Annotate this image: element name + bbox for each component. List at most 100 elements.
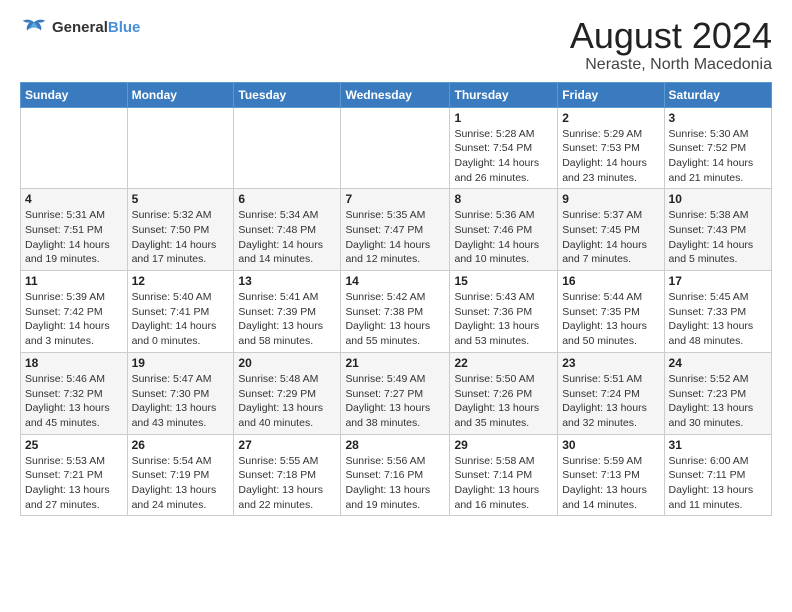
- day-number: 10: [669, 192, 767, 206]
- col-header-sunday: Sunday: [21, 82, 128, 107]
- calendar-cell: 26Sunrise: 5:54 AMSunset: 7:19 PMDayligh…: [127, 434, 234, 516]
- day-info: Sunrise: 5:59 AMSunset: 7:13 PMDaylight:…: [562, 454, 659, 513]
- calendar-cell: 24 Sunrise: 5:52 AMSunset: 7:23 PMDayligh…: [664, 352, 771, 434]
- day-number: 25: [25, 438, 123, 452]
- day-number: 6: [238, 192, 336, 206]
- col-header-thursday: Thursday: [450, 82, 558, 107]
- day-info: Sunrise: 5:35 AMSunset: 7:47 PMDaylight:…: [345, 208, 445, 267]
- day-info: Sunrise: 5:36 AMSunset: 7:46 PMDaylight:…: [454, 208, 553, 267]
- day-number: 23: [562, 356, 659, 370]
- day-info: Sunrise: 5:41 AMSunset: 7:39 PMDaylight:…: [238, 290, 336, 349]
- calendar-cell: 11Sunrise: 5:39 AMSunset: 7:42 PMDayligh…: [21, 271, 128, 353]
- day-info: Sunrise: 5:29 AMSunset: 7:53 PMDaylight:…: [562, 127, 659, 186]
- day-number: 20: [238, 356, 336, 370]
- calendar-cell: 10Sunrise: 5:38 AMSunset: 7:43 PMDayligh…: [664, 189, 771, 271]
- calendar-cell: 8 Sunrise: 5:36 AMSunset: 7:46 PMDaylight…: [450, 189, 558, 271]
- col-header-wednesday: Wednesday: [341, 82, 450, 107]
- calendar-cell: 6 Sunrise: 5:34 AMSunset: 7:48 PMDaylight…: [234, 189, 341, 271]
- calendar-header-row: SundayMondayTuesdayWednesdayThursdayFrid…: [21, 82, 772, 107]
- day-info: Sunrise: 5:55 AMSunset: 7:18 PMDaylight:…: [238, 454, 336, 513]
- calendar-cell: 20 Sunrise: 5:48 AMSunset: 7:29 PMDayligh…: [234, 352, 341, 434]
- calendar-cell: [234, 107, 341, 189]
- day-info: Sunrise: 5:58 AMSunset: 7:14 PMDaylight:…: [454, 454, 553, 513]
- day-info: Sunrise: 5:51 AMSunset: 7:24 PMDaylight:…: [562, 372, 659, 431]
- calendar-cell: 14Sunrise: 5:42 AMSunset: 7:38 PMDayligh…: [341, 271, 450, 353]
- calendar-subtitle: Neraste, North Macedonia: [570, 56, 772, 74]
- day-number: 1: [454, 111, 553, 125]
- day-number: 9: [562, 192, 659, 206]
- day-info: Sunrise: 5:49 AMSunset: 7:27 PMDaylight:…: [345, 372, 445, 431]
- day-number: 28: [345, 438, 445, 452]
- calendar-cell: 15 Sunrise: 5:43 AMSunset: 7:36 PMDayligh…: [450, 271, 558, 353]
- header: GeneralBlue August 2024 Neraste, North M…: [20, 16, 772, 74]
- day-info: Sunrise: 5:28 AMSunset: 7:54 PMDaylight:…: [454, 127, 553, 186]
- day-number: 22: [454, 356, 553, 370]
- day-info: Sunrise: 5:44 AMSunset: 7:35 PMDaylight:…: [562, 290, 659, 349]
- calendar-table: SundayMondayTuesdayWednesdayThursdayFrid…: [20, 82, 772, 517]
- day-number: 27: [238, 438, 336, 452]
- calendar-week-row: 18 Sunrise: 5:46 AMSunset: 7:32 PMDayligh…: [21, 352, 772, 434]
- day-number: 4: [25, 192, 123, 206]
- calendar-cell: [127, 107, 234, 189]
- logo-text: GeneralBlue: [52, 19, 140, 36]
- day-info: Sunrise: 5:47 AMSunset: 7:30 PMDaylight:…: [132, 372, 230, 431]
- day-number: 12: [132, 274, 230, 288]
- title-section: August 2024 Neraste, North Macedonia: [570, 16, 772, 74]
- day-number: 13: [238, 274, 336, 288]
- day-info: Sunrise: 5:52 AMSunset: 7:23 PMDaylight:…: [669, 372, 767, 431]
- calendar-title: August 2024: [570, 16, 772, 56]
- day-number: 15: [454, 274, 553, 288]
- calendar-cell: 17Sunrise: 5:45 AMSunset: 7:33 PMDayligh…: [664, 271, 771, 353]
- day-info: Sunrise: 5:32 AMSunset: 7:50 PMDaylight:…: [132, 208, 230, 267]
- calendar-cell: 5 Sunrise: 5:32 AMSunset: 7:50 PMDaylight…: [127, 189, 234, 271]
- day-info: Sunrise: 5:50 AMSunset: 7:26 PMDaylight:…: [454, 372, 553, 431]
- day-number: 16: [562, 274, 659, 288]
- calendar-week-row: 11Sunrise: 5:39 AMSunset: 7:42 PMDayligh…: [21, 271, 772, 353]
- calendar-cell: 19 Sunrise: 5:47 AMSunset: 7:30 PMDayligh…: [127, 352, 234, 434]
- calendar-cell: [21, 107, 128, 189]
- calendar-cell: 12 Sunrise: 5:40 AMSunset: 7:41 PMDayligh…: [127, 271, 234, 353]
- calendar-cell: [341, 107, 450, 189]
- calendar-cell: 2Sunrise: 5:29 AMSunset: 7:53 PMDaylight…: [558, 107, 664, 189]
- col-header-monday: Monday: [127, 82, 234, 107]
- day-info: Sunrise: 5:43 AMSunset: 7:36 PMDaylight:…: [454, 290, 553, 349]
- calendar-cell: 27 Sunrise: 5:55 AMSunset: 7:18 PMDayligh…: [234, 434, 341, 516]
- day-info: Sunrise: 5:48 AMSunset: 7:29 PMDaylight:…: [238, 372, 336, 431]
- day-info: Sunrise: 5:53 AMSunset: 7:21 PMDaylight:…: [25, 454, 123, 513]
- day-info: Sunrise: 5:34 AMSunset: 7:48 PMDaylight:…: [238, 208, 336, 267]
- calendar-cell: 1 Sunrise: 5:28 AMSunset: 7:54 PMDaylight…: [450, 107, 558, 189]
- col-header-tuesday: Tuesday: [234, 82, 341, 107]
- calendar-cell: 22 Sunrise: 5:50 AMSunset: 7:26 PMDayligh…: [450, 352, 558, 434]
- day-info: Sunrise: 5:46 AMSunset: 7:32 PMDaylight:…: [25, 372, 123, 431]
- logo-bird-icon: [20, 16, 48, 38]
- day-info: Sunrise: 5:42 AMSunset: 7:38 PMDaylight:…: [345, 290, 445, 349]
- day-info: Sunrise: 6:00 AMSunset: 7:11 PMDaylight:…: [669, 454, 767, 513]
- day-info: Sunrise: 5:40 AMSunset: 7:41 PMDaylight:…: [132, 290, 230, 349]
- day-number: 26: [132, 438, 230, 452]
- calendar-cell: 31Sunrise: 6:00 AMSunset: 7:11 PMDayligh…: [664, 434, 771, 516]
- day-number: 8: [454, 192, 553, 206]
- calendar-cell: 29Sunrise: 5:58 AMSunset: 7:14 PMDayligh…: [450, 434, 558, 516]
- calendar-cell: 7 Sunrise: 5:35 AMSunset: 7:47 PMDaylight…: [341, 189, 450, 271]
- day-number: 18: [25, 356, 123, 370]
- calendar-cell: 16 Sunrise: 5:44 AMSunset: 7:35 PMDayligh…: [558, 271, 664, 353]
- day-number: 3: [669, 111, 767, 125]
- day-number: 21: [345, 356, 445, 370]
- col-header-friday: Friday: [558, 82, 664, 107]
- calendar-cell: 21 Sunrise: 5:49 AMSunset: 7:27 PMDayligh…: [341, 352, 450, 434]
- calendar-week-row: 4 Sunrise: 5:31 AMSunset: 7:51 PMDaylight…: [21, 189, 772, 271]
- day-info: Sunrise: 5:45 AMSunset: 7:33 PMDaylight:…: [669, 290, 767, 349]
- page: GeneralBlue August 2024 Neraste, North M…: [0, 0, 792, 526]
- day-info: Sunrise: 5:31 AMSunset: 7:51 PMDaylight:…: [25, 208, 123, 267]
- calendar-cell: 4 Sunrise: 5:31 AMSunset: 7:51 PMDaylight…: [21, 189, 128, 271]
- calendar-cell: 13 Sunrise: 5:41 AMSunset: 7:39 PMDayligh…: [234, 271, 341, 353]
- logo: GeneralBlue: [20, 16, 140, 38]
- day-info: Sunrise: 5:37 AMSunset: 7:45 PMDaylight:…: [562, 208, 659, 267]
- day-number: 7: [345, 192, 445, 206]
- calendar-cell: 3Sunrise: 5:30 AMSunset: 7:52 PMDaylight…: [664, 107, 771, 189]
- day-number: 5: [132, 192, 230, 206]
- calendar-cell: 28Sunrise: 5:56 AMSunset: 7:16 PMDayligh…: [341, 434, 450, 516]
- day-number: 19: [132, 356, 230, 370]
- calendar-cell: 9 Sunrise: 5:37 AMSunset: 7:45 PMDaylight…: [558, 189, 664, 271]
- day-number: 24: [669, 356, 767, 370]
